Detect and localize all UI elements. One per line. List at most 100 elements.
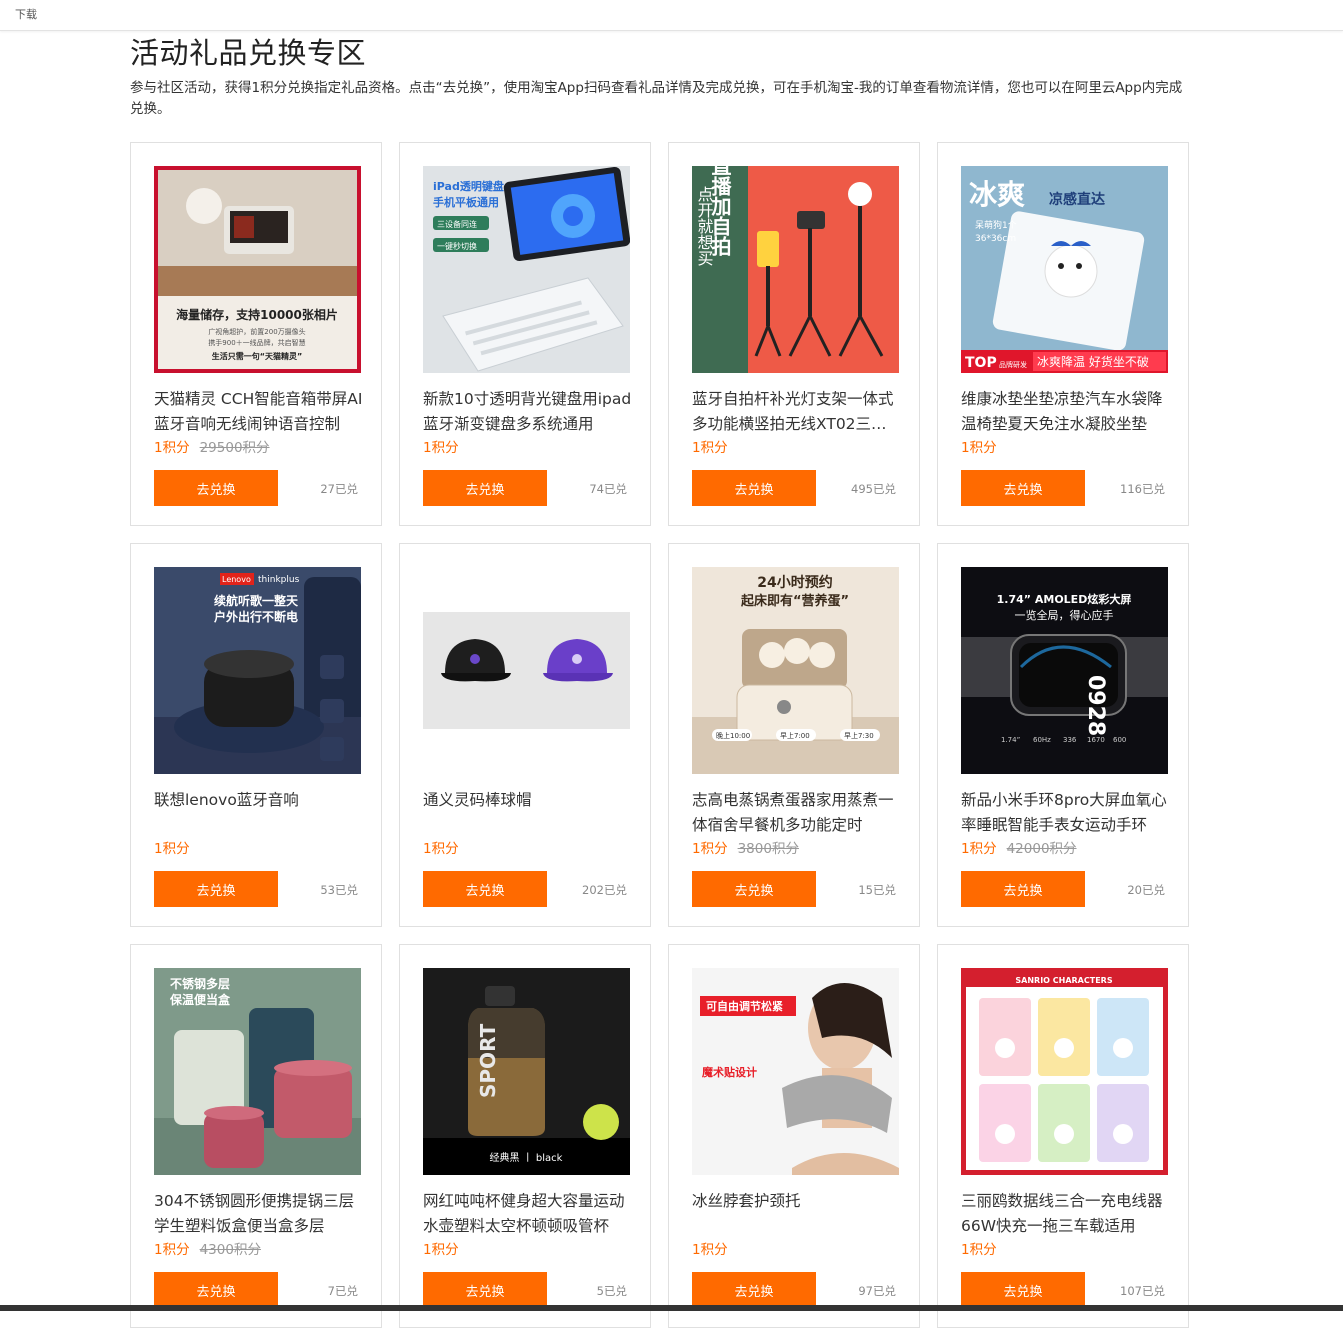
product-card: 冰爽 凉感直达 呆萌狗1个 36*36cm TOP 品牌研发 冰爽降温 好货坐不… bbox=[937, 142, 1189, 526]
redeemed-count: 5已兑 bbox=[596, 1284, 627, 1298]
svg-text:点开就想买: 点开就想买 bbox=[695, 186, 714, 266]
svg-text:经典黑 丨 black: 经典黑 丨 black bbox=[490, 1151, 563, 1164]
redeem-button[interactable]: 去兑换 bbox=[961, 470, 1085, 506]
page-description: 参与社区活动，获得1积分兑换指定礼品资格。点击“去兑换”，使用淘宝App扫码查看… bbox=[130, 80, 1183, 117]
svg-text:三设备同连: 三设备同连 bbox=[437, 219, 477, 229]
redeemed-count: 27已兑 bbox=[320, 482, 358, 496]
top-bar: 下载 bbox=[0, 0, 1343, 31]
redeemed-count: 495已兑 bbox=[851, 482, 896, 496]
svg-text:60Hz: 60Hz bbox=[1033, 736, 1051, 744]
redeemed-count: 15已兑 bbox=[858, 883, 896, 897]
image-caption: 可自由调节松紧 bbox=[706, 999, 783, 1013]
price: 1积分 bbox=[154, 440, 190, 456]
original-price: 42000积分 bbox=[1006, 841, 1077, 857]
product-image[interactable] bbox=[423, 567, 630, 774]
product-name[interactable]: 三丽鸥数据线三合一充电线器66W快充一拖三车载适用 bbox=[961, 1189, 1171, 1239]
product-name[interactable]: 新款10寸透明背光键盘用ipad蓝牙渐变键盘多系统通用 bbox=[423, 387, 633, 437]
product-name[interactable]: 志高电蒸锅煮蛋器家用蒸煮一体宿舍早餐机多功能定时 bbox=[692, 788, 902, 838]
price: 1积分 bbox=[961, 1242, 997, 1258]
product-name[interactable]: 新品小米手环8pro大屏血氧心率睡眠智能手表女运动手环 bbox=[961, 788, 1171, 838]
redeem-button[interactable]: 去兑换 bbox=[692, 470, 816, 506]
product-image[interactable]: 冰爽 凉感直达 呆萌狗1个 36*36cm TOP 品牌研发 冰爽降温 好货坐不… bbox=[961, 166, 1168, 373]
svg-text:0928: 0928 bbox=[1083, 675, 1108, 736]
price: 1积分 bbox=[423, 1242, 459, 1258]
svg-text:36*36cm: 36*36cm bbox=[975, 234, 1016, 244]
product-name[interactable]: 蓝牙自拍杆补光灯支架一体式多功能横竖拍无线XT02三脚架 bbox=[692, 387, 902, 437]
redeem-button[interactable]: 去兑换 bbox=[692, 871, 816, 907]
redeem-button[interactable]: 去兑换 bbox=[423, 871, 547, 907]
original-price: 3800积分 bbox=[737, 841, 799, 857]
image-caption: SANRIO CHARACTERS bbox=[1015, 976, 1112, 985]
redeem-button[interactable]: 去兑换 bbox=[961, 871, 1085, 907]
product-image[interactable]: 补光直播加自拍 点开就想买 bbox=[692, 166, 899, 373]
product-card: 海量储存，支持10000张相片 广视角超护，前置200万摄像头 携手900＋一线… bbox=[130, 142, 382, 526]
product-image[interactable]: 1.74” AMOLED炫彩大屏 一览全局，得心应手 0928 1.74” 60… bbox=[961, 567, 1168, 774]
product-image[interactable]: 不锈钢多层 保温便当盒 bbox=[154, 968, 361, 1175]
product-image[interactable]: Lenovo thinkplus 续航听歌一整天 户外出行不断电 bbox=[154, 567, 361, 774]
svg-text:魔术贴设计: 魔术贴设计 bbox=[702, 1065, 757, 1079]
price-row: 1积分 4300积分 bbox=[154, 1238, 261, 1258]
svg-text:续航听歌一整天: 续航听歌一整天 bbox=[214, 593, 299, 608]
image-caption: iPad透明键盘 bbox=[433, 179, 504, 193]
svg-text:TOP: TOP bbox=[965, 355, 997, 371]
product-image[interactable]: 可自由调节松紧 魔术贴设计 bbox=[692, 968, 899, 1175]
svg-text:一键秒切换: 一键秒切换 bbox=[437, 241, 477, 251]
redeemed-count: 53已兑 bbox=[320, 883, 358, 897]
svg-text:保温便当盒: 保温便当盒 bbox=[169, 992, 231, 1007]
page-title: 活动礼品兑换专区 bbox=[130, 36, 367, 70]
price: 1积分 bbox=[961, 440, 997, 456]
product-image[interactable]: 24小时预约 起床即有“营养蛋” 晚上10:00 早上7:00 早上7:30 bbox=[692, 567, 899, 774]
redeemed-count: 116已兑 bbox=[1120, 482, 1165, 496]
redeem-button[interactable]: 去兑换 bbox=[692, 1272, 816, 1308]
product-image[interactable]: SPORT 经典黑 丨 black bbox=[423, 968, 630, 1175]
redeem-button[interactable]: 去兑换 bbox=[423, 470, 547, 506]
price-row: 1积分 29500积分 bbox=[154, 436, 270, 456]
image-caption: SPORT bbox=[476, 1023, 500, 1098]
svg-text:早上7:00: 早上7:00 bbox=[780, 731, 810, 740]
image-caption: 1.74” AMOLED炫彩大屏 bbox=[997, 592, 1132, 606]
product-name[interactable]: 冰丝脖套护颈托 bbox=[692, 1189, 902, 1239]
bottom-edge bbox=[0, 1305, 1343, 1311]
redeem-button[interactable]: 去兑换 bbox=[154, 470, 278, 506]
price-row: 1积分 bbox=[961, 436, 1007, 456]
product-image[interactable]: iPad透明键盘 手机平板通用 三设备同连 一键秒切换 bbox=[423, 166, 630, 373]
product-card: 不锈钢多层 保温便当盒 304不锈钢圆形便携提锅三层学生塑料饭盒便当盒多层 1积… bbox=[130, 944, 382, 1328]
svg-text:1.74”: 1.74” bbox=[1001, 736, 1020, 744]
svg-text:凉感直达: 凉感直达 bbox=[1049, 191, 1105, 208]
product-name[interactable]: 联想lenovo蓝牙音响 bbox=[154, 788, 364, 838]
redeem-button[interactable]: 去兑换 bbox=[154, 871, 278, 907]
price-row: 1积分 bbox=[423, 436, 469, 456]
price-row: 1积分 bbox=[961, 1238, 1007, 1258]
svg-text:一览全局，得心应手: 一览全局，得心应手 bbox=[1015, 608, 1114, 622]
redeemed-count: 74已兑 bbox=[589, 482, 627, 496]
product-card: SPORT 经典黑 丨 black 网红吨吨杯健身超大容量运动水壶塑料太空杯顿顿… bbox=[399, 944, 651, 1328]
redeem-button[interactable]: 去兑换 bbox=[423, 1272, 547, 1308]
svg-text:广视角超护，前置200万摄像头: 广视角超护，前置200万摄像头 bbox=[208, 327, 305, 336]
product-card: 通义灵码棒球帽 1积分 去兑换 202已兑 bbox=[399, 543, 651, 927]
svg-text:起床即有“营养蛋”: 起床即有“营养蛋” bbox=[740, 593, 849, 609]
product-name[interactable]: 天猫精灵 CCH智能音箱带屏AI蓝牙音响无线闹钟语音控制 bbox=[154, 387, 364, 437]
svg-text:600: 600 bbox=[1113, 736, 1126, 744]
product-card: iPad透明键盘 手机平板通用 三设备同连 一键秒切换 新款10寸透明背光键盘用… bbox=[399, 142, 651, 526]
price-row: 1积分 42000积分 bbox=[961, 837, 1077, 857]
product-name[interactable]: 网红吨吨杯健身超大容量运动水壶塑料太空杯顿顿吸管杯 bbox=[423, 1189, 633, 1239]
download-link[interactable]: 下载 bbox=[15, 6, 37, 22]
svg-text:1670: 1670 bbox=[1087, 736, 1105, 744]
svg-text:携手900＋一线品牌，共启智慧: 携手900＋一线品牌，共启智慧 bbox=[208, 338, 305, 347]
redeem-button[interactable]: 去兑换 bbox=[961, 1272, 1085, 1308]
price-row: 1积分 bbox=[154, 837, 200, 857]
svg-text:冰爽降温 好货坐不破: 冰爽降温 好货坐不破 bbox=[1037, 354, 1149, 369]
product-name[interactable]: 维康冰垫坐垫凉垫汽车水袋降温椅垫夏天免注水凝胶坐垫 bbox=[961, 387, 1171, 437]
svg-text:thinkplus: thinkplus bbox=[258, 575, 300, 585]
product-name[interactable]: 通义灵码棒球帽 bbox=[423, 788, 633, 838]
product-name[interactable]: 304不锈钢圆形便携提锅三层学生塑料饭盒便当盒多层 bbox=[154, 1189, 364, 1239]
redeem-button[interactable]: 去兑换 bbox=[154, 1272, 278, 1308]
redeemed-count: 97已兑 bbox=[858, 1284, 896, 1298]
redeemed-count: 20已兑 bbox=[1127, 883, 1165, 897]
price: 1积分 bbox=[423, 841, 459, 857]
product-image[interactable]: SANRIO CHARACTERS bbox=[961, 968, 1168, 1175]
svg-text:336: 336 bbox=[1063, 736, 1077, 744]
image-caption: 不锈钢多层 bbox=[170, 976, 230, 991]
svg-text:呆萌狗1个: 呆萌狗1个 bbox=[975, 219, 1017, 231]
product-image[interactable]: 海量储存，支持10000张相片 广视角超护，前置200万摄像头 携手900＋一线… bbox=[154, 166, 361, 373]
